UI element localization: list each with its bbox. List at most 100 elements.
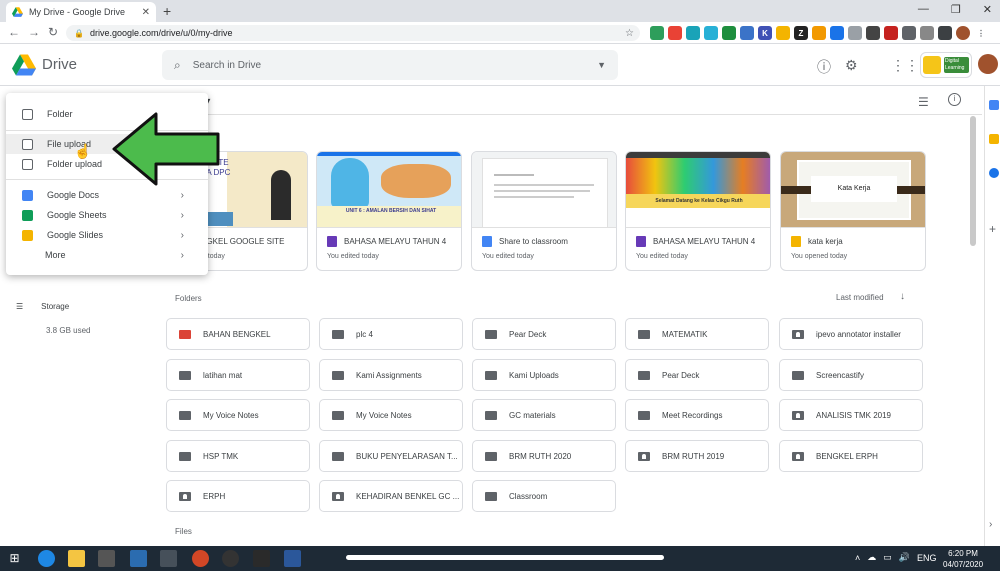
extension-icon[interactable] <box>884 26 898 40</box>
arrow-down-icon[interactable]: ↓ <box>900 291 905 302</box>
menu-item-more[interactable]: More › <box>6 245 208 265</box>
tasks-icon[interactable] <box>989 168 999 178</box>
folder-item[interactable]: My Voice Notes <box>166 399 310 431</box>
extension-icon[interactable] <box>650 26 664 40</box>
mail-icon[interactable] <box>130 550 147 567</box>
menu-item-google-docs[interactable]: Google Docs › <box>6 185 208 205</box>
folder-item[interactable]: GC materials <box>472 399 616 431</box>
extension-icon[interactable]: Z <box>794 26 808 40</box>
menu-item-google-sheets[interactable]: Google Sheets › <box>6 205 208 225</box>
drive-logo-icon[interactable] <box>12 54 36 76</box>
extension-icon[interactable] <box>722 26 736 40</box>
folder-item[interactable]: BENGKEL ERPH <box>779 440 923 472</box>
cloud-icon[interactable]: ☁ <box>867 552 876 563</box>
quick-access-card[interactable]: Kata Kerja kata kerja You opened today <box>780 151 926 271</box>
calendar-icon[interactable] <box>989 100 999 110</box>
storage-nav-item[interactable]: ☰ Storage <box>16 302 69 311</box>
language-indicator[interactable]: ENG <box>917 553 937 563</box>
sort-button[interactable]: Last modified <box>836 293 884 302</box>
quick-access-card[interactable]: Share to classroom You edited today <box>471 151 617 271</box>
help-icon[interactable]: ⓘ <box>817 57 831 77</box>
folder-item[interactable]: Pear Deck <box>472 318 616 350</box>
gear-icon[interactable]: ⚙ <box>845 57 858 74</box>
extension-icon[interactable] <box>686 26 700 40</box>
chevron-up-icon[interactable]: ˄ <box>855 553 860 563</box>
chrome-icon[interactable] <box>160 550 177 567</box>
app-icon[interactable] <box>253 550 270 567</box>
folder-item[interactable]: KEHADIRAN BENKEL GC ... <box>319 480 463 512</box>
folder-item[interactable]: HSP TMK <box>166 440 310 472</box>
new-tab-icon[interactable]: + <box>163 3 171 19</box>
browser-tab[interactable]: My Drive - Google Drive ✕ <box>6 2 156 22</box>
folder-name: ERPH <box>203 491 226 501</box>
folder-item[interactable]: ipevo annotator installer <box>779 318 923 350</box>
folder-item[interactable]: BRM RUTH 2020 <box>472 440 616 472</box>
quick-access-card[interactable]: Selamat Datang ke Kelas Cikgu Ruth BAHAS… <box>625 151 771 271</box>
add-addon-icon[interactable]: + <box>989 223 999 235</box>
file-explorer-icon[interactable] <box>68 550 85 567</box>
menu-item-google-slides[interactable]: Google Slides › <box>6 225 208 245</box>
folder-item[interactable]: Kami Assignments <box>319 359 463 391</box>
store-icon[interactable] <box>98 550 115 567</box>
folder-item[interactable]: Classroom <box>472 480 616 512</box>
keep-icon[interactable] <box>989 134 999 144</box>
close-tab-icon[interactable]: ✕ <box>142 7 150 18</box>
folder-item[interactable]: Meet Recordings <box>625 399 769 431</box>
folder-item[interactable]: My Voice Notes <box>319 399 463 431</box>
info-icon[interactable]: i <box>948 93 961 106</box>
arrow-right-icon[interactable]: → <box>28 25 40 39</box>
volume-icon[interactable]: 🔊 <box>899 552 910 563</box>
search-options-icon[interactable]: ▼ <box>597 60 606 70</box>
extension-icon[interactable] <box>902 26 916 40</box>
folder-item[interactable]: ANALISIS TMK 2019 <box>779 399 923 431</box>
network-icon[interactable]: ▭ <box>883 552 892 563</box>
bookmark-star-icon[interactable]: ☆ <box>625 28 634 39</box>
organization-badge[interactable]: Digital Learning <box>920 52 972 78</box>
profile-avatar[interactable] <box>956 26 970 40</box>
folder-item[interactable]: latihan mat <box>166 359 310 391</box>
folder-item[interactable]: ERPH <box>166 480 310 512</box>
app-icon[interactable] <box>222 550 239 567</box>
clock[interactable]: 6:20 PM 04/07/2020 <box>943 548 983 570</box>
windows-start-icon[interactable]: ⊞ <box>6 550 23 567</box>
search-input[interactable]: ⌕ Search in Drive ▼ <box>162 50 618 80</box>
address-bar[interactable]: 🔒 drive.google.com/drive/u/0/my-drive ☆ <box>66 25 640 41</box>
folder-item[interactable]: plc 4 <box>319 318 463 350</box>
edge-icon[interactable] <box>38 550 55 567</box>
scrollbar[interactable] <box>970 116 976 246</box>
folder-item[interactable]: BRM RUTH 2019 <box>625 440 769 472</box>
folder-item[interactable]: Screencastify <box>779 359 923 391</box>
minimize-icon[interactable]: — <box>918 3 929 16</box>
chevron-right-icon[interactable]: › <box>989 520 999 530</box>
list-view-icon[interactable]: ☰ <box>918 95 929 109</box>
extension-icon[interactable] <box>776 26 790 40</box>
arrow-left-icon[interactable]: ← <box>8 25 20 39</box>
close-window-icon[interactable]: ✕ <box>983 3 992 16</box>
reload-icon[interactable]: ↻ <box>48 25 58 39</box>
word-icon[interactable] <box>284 550 301 567</box>
extension-icon[interactable] <box>704 26 718 40</box>
folder-name: MATEMATIK <box>662 329 708 339</box>
extension-icon[interactable] <box>848 26 862 40</box>
search-icon[interactable]: ⌕ <box>174 58 181 73</box>
extension-icon[interactable] <box>668 26 682 40</box>
extension-icon[interactable]: K <box>758 26 772 40</box>
menu-kebab-icon[interactable]: ⋮ <box>974 26 988 40</box>
extension-icon[interactable] <box>740 26 754 40</box>
folder-item[interactable]: Kami Uploads <box>472 359 616 391</box>
puzzle-icon[interactable] <box>920 26 934 40</box>
extension-icon[interactable] <box>938 26 952 40</box>
folder-item[interactable]: Pear Deck <box>625 359 769 391</box>
quick-access-card[interactable]: UNIT 6 : AMALAN BERSIH DAN SIHAT BAHASA … <box>316 151 462 271</box>
powerpoint-icon[interactable] <box>192 550 209 567</box>
folder-item[interactable]: BAHAN BENGKEL <box>166 318 310 350</box>
avatar[interactable] <box>978 54 998 74</box>
brand-name[interactable]: Drive <box>42 56 77 73</box>
restore-icon[interactable]: ❐ <box>951 3 961 16</box>
apps-grid-icon[interactable]: ⋮⋮ <box>891 57 919 74</box>
extension-icon[interactable] <box>812 26 826 40</box>
folder-item[interactable]: BUKU PENYELARASAN T... <box>319 440 463 472</box>
extension-icon[interactable] <box>866 26 880 40</box>
extension-icon[interactable] <box>830 26 844 40</box>
folder-item[interactable]: MATEMATIK <box>625 318 769 350</box>
